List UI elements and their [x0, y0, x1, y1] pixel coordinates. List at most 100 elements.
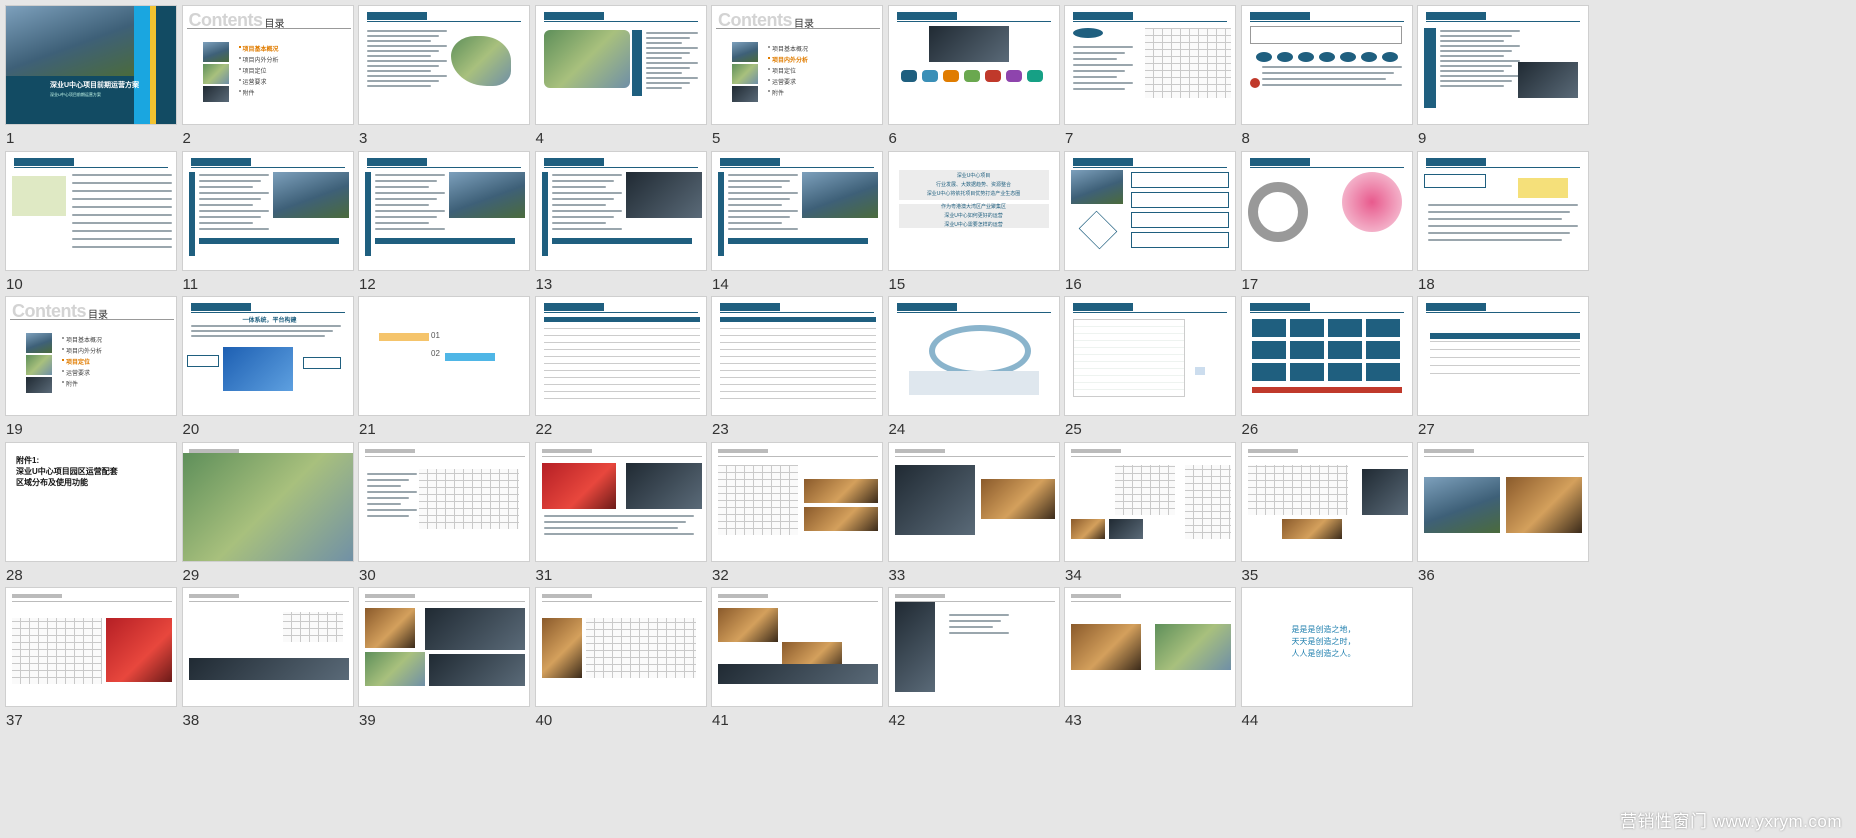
slide-thumbnail[interactable]: 40	[530, 582, 707, 729]
slide-thumbnail[interactable]: 13	[530, 146, 707, 293]
slide-thumbnail[interactable]: Contents 目录 项目基本概况 项目内外分析 项目定位 运营要求 附件 2	[177, 0, 354, 147]
slide-canvas[interactable]: 01 02	[358, 296, 530, 416]
text-line	[728, 215, 790, 218]
slide-canvas[interactable]	[887, 5, 1060, 125]
slide-thumbnail[interactable]: 4	[530, 0, 707, 147]
slide-thumbnail[interactable]: 33	[883, 437, 1060, 584]
slide-thumbnail[interactable]: 26	[1236, 291, 1413, 438]
slide-canvas[interactable]	[1064, 5, 1236, 125]
slide-thumbnail[interactable]: 一体系统，平台构建 20	[177, 291, 354, 438]
slide-number: 44	[1241, 712, 1259, 729]
slide-thumbnail[interactable]: 27	[1412, 291, 1589, 438]
slide-thumbnail[interactable]: 25	[1059, 291, 1236, 438]
text-line	[543, 514, 694, 517]
slide-canvas[interactable]	[358, 441, 530, 562]
slide-canvas[interactable]	[5, 150, 177, 271]
text-line	[1428, 224, 1578, 227]
slide-canvas[interactable]	[1417, 150, 1589, 271]
slide-thumbnail[interactable]: 23	[706, 291, 883, 438]
slide-thumbnail[interactable]: 24	[883, 291, 1060, 438]
slide-canvas[interactable]	[5, 587, 177, 707]
slide-thumbnail[interactable]: 16	[1059, 146, 1236, 293]
slide-thumbnail[interactable]: 14	[706, 146, 883, 293]
slide-canvas[interactable]: 附件1: 深业U中心项目园区运营配套 区域分布及使用功能	[5, 441, 177, 562]
slide-canvas[interactable]	[1064, 150, 1236, 271]
slide-thumbnail[interactable]: 6	[883, 0, 1060, 147]
text-line	[1440, 55, 1504, 57]
slide-thumbnail[interactable]: 31	[530, 437, 707, 584]
slide-canvas[interactable]	[1064, 441, 1236, 562]
slide-canvas[interactable]	[887, 296, 1060, 416]
slide-canvas[interactable]	[1240, 150, 1413, 271]
photo	[894, 602, 935, 692]
slide-canvas[interactable]	[534, 587, 707, 707]
slide-thumbnail[interactable]: Contents 目录 项目基本概况 项目内外分析 项目定位 运营要求 附件 5	[706, 0, 883, 147]
slide-thumbnail[interactable]: 10	[0, 146, 177, 293]
slide-header-rule	[1073, 21, 1227, 22]
slide-thumbnail[interactable]: 18	[1412, 146, 1589, 293]
slide-thumbnail[interactable]: 36	[1412, 437, 1589, 584]
slide-canvas[interactable]	[1064, 587, 1236, 707]
slide-canvas[interactable]	[1240, 296, 1413, 416]
slide-thumbnail[interactable]: 39	[353, 582, 530, 729]
slide-canvas[interactable]	[1417, 441, 1589, 562]
slide-canvas[interactable]: 深业U中心项目 行业发展、大数据趋势、资源整合 深业U中心将依托项目优势打造产业生态…	[887, 150, 1060, 271]
slide-thumbnail[interactable]: Contents 目录 项目基本概况 项目内外分析 项目定位 运营要求 附件 19	[0, 291, 177, 438]
slide-canvas[interactable]	[358, 150, 530, 271]
slide-canvas[interactable]	[534, 296, 707, 416]
slide-canvas[interactable]	[181, 441, 354, 562]
slide-thumbnail[interactable]: 3	[353, 0, 530, 147]
slide-canvas[interactable]: 深业U中心项目前期运营方案 深业U中心项目前期运营方案	[5, 5, 177, 125]
slide-header-bar	[1249, 12, 1310, 20]
slide-canvas[interactable]	[887, 441, 1060, 562]
text-line	[728, 173, 798, 176]
slide-canvas[interactable]	[181, 587, 354, 707]
slide-canvas[interactable]	[534, 5, 707, 125]
slide-thumbnail[interactable]: 43	[1059, 582, 1236, 729]
slide-thumbnail[interactable]: 42	[883, 582, 1060, 729]
slide-number: 32	[712, 566, 729, 584]
slide-canvas[interactable]	[534, 441, 707, 562]
slide-thumbnail[interactable]: 01 02 21	[353, 291, 530, 438]
slide-thumbnail[interactable]: 12	[353, 146, 530, 293]
slide-thumbnail[interactable]: 34	[1059, 437, 1236, 584]
slide-thumbnail[interactable]: 深业U中心项目 行业发展、大数据趋势、资源整合 深业U中心将依托项目优势打造产业生态…	[883, 146, 1060, 293]
slide-thumbnail[interactable]: 17	[1236, 146, 1413, 293]
slide-canvas[interactable]	[1417, 296, 1589, 416]
slide-canvas[interactable]	[711, 150, 883, 271]
slide-canvas[interactable]	[358, 587, 530, 707]
slide-canvas[interactable]	[1240, 5, 1413, 125]
slide-canvas[interactable]	[711, 587, 883, 707]
slide-thumbnail[interactable]: 8	[1236, 0, 1413, 147]
table-row	[720, 363, 876, 364]
slide-thumbnail[interactable]: 37	[0, 582, 177, 729]
slide-thumbnail[interactable]: 38	[177, 582, 354, 729]
slide-canvas[interactable]	[887, 587, 1060, 707]
slide-canvas[interactable]: Contents 目录 项目基本概况 项目内外分析 项目定位 运营要求 附件	[5, 296, 177, 416]
slide-thumbnail[interactable]: 29	[177, 437, 354, 584]
slide-canvas[interactable]: Contents 目录 项目基本概况 项目内外分析 项目定位 运营要求 附件	[711, 5, 883, 125]
slide-canvas[interactable]: 是是是创造之地， 天天是创造之时， 人人是创造之人。	[1240, 587, 1413, 707]
slide-canvas[interactable]	[1064, 296, 1236, 416]
slide-canvas[interactable]: 一体系统，平台构建	[181, 296, 354, 416]
slide-thumbnail[interactable]: 附件1: 深业U中心项目园区运营配套 区域分布及使用功能 28	[0, 437, 177, 584]
slide-canvas[interactable]: Contents 目录 项目基本概况 项目内外分析 项目定位 运营要求 附件	[181, 5, 354, 125]
slide-thumbnail[interactable]: 35	[1236, 437, 1413, 584]
slide-canvas[interactable]	[711, 441, 883, 562]
slide-canvas[interactable]	[181, 150, 354, 271]
slide-canvas[interactable]	[1240, 441, 1413, 562]
slide-thumbnail[interactable]: 32	[706, 437, 883, 584]
slide-thumbnail[interactable]: 30	[353, 437, 530, 584]
slide-thumbnail[interactable]: 7	[1059, 0, 1236, 147]
slide-thumbnail[interactable]: 11	[177, 146, 354, 293]
slide-thumbnail[interactable]: 深业U中心项目前期运营方案 深业U中心项目前期运营方案 1	[0, 0, 177, 147]
slide-canvas[interactable]	[711, 296, 883, 416]
slide-canvas[interactable]	[1417, 5, 1589, 125]
slide-thumbnail[interactable]: 41	[706, 582, 883, 729]
slide-canvas[interactable]	[358, 5, 530, 125]
slide-canvas[interactable]	[534, 150, 707, 271]
slide-thumbnail[interactable]: 22	[530, 291, 707, 438]
slide-thumbnail[interactable]: 9	[1412, 0, 1589, 147]
slide-thumbnail[interactable]: 是是是创造之地， 天天是创造之时， 人人是创造之人。 44	[1236, 582, 1413, 729]
text-line	[375, 209, 445, 212]
